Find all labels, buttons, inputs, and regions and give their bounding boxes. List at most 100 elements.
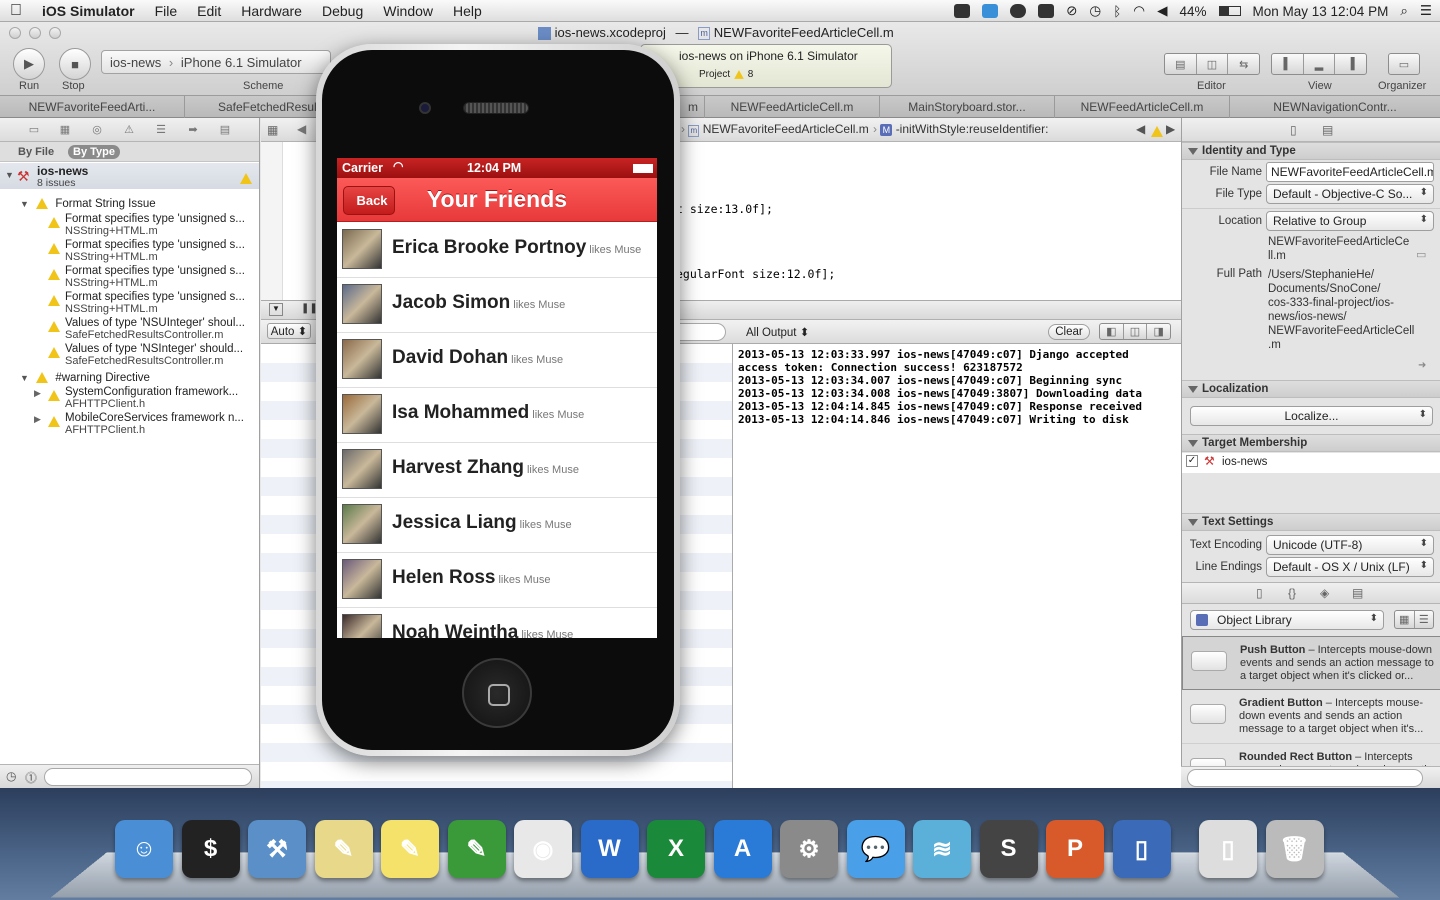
evernote-icon[interactable]: ✎ <box>447 820 506 878</box>
clear-console-button[interactable]: Clear <box>1048 324 1090 340</box>
library-item[interactable]: Push Button – Intercepts mouse-down even… <box>1182 636 1440 690</box>
console-layout-segment[interactable]: ◧ ◫ ◨ <box>1099 323 1171 340</box>
trash-icon[interactable]: 🗑 <box>1265 820 1324 878</box>
file-inspector-icon[interactable]: ▯ <box>1290 123 1297 137</box>
list-view-icon[interactable]: ☰ <box>1415 611 1434 628</box>
jump-file[interactable]: › m NEWFavoriteFeedArticleCell.m <box>681 122 869 137</box>
group-warning-directive[interactable]: ▼ #warning Directive <box>0 372 259 385</box>
evernote-menu-icon[interactable] <box>954 4 971 18</box>
apple-menu-icon[interactable]:  <box>0 2 32 20</box>
dropbox-menu-icon[interactable] <box>982 4 999 18</box>
recent-filter-icon[interactable]: ◷ <box>6 769 16 783</box>
file-name-field[interactable]: NEWFavoriteFeedArticleCell.m <box>1266 162 1434 182</box>
project-row[interactable]: ▼ ⚒ ios-news 8 issues <box>0 163 259 189</box>
xcode-icon[interactable]: ⚒ <box>248 820 306 878</box>
issue-item[interactable]: Values of type 'NSInteger' should... Safe… <box>0 343 259 369</box>
issue-item[interactable]: Format specifies type 'unsigned s... NSSt… <box>0 291 259 317</box>
sublime-text-icon[interactable]: S <box>979 820 1038 878</box>
terminal-icon[interactable]: $ <box>181 820 240 878</box>
debug-area-toggle-icon[interactable]: ▂ <box>1304 54 1336 74</box>
battery-percent[interactable]: 44% <box>1179 4 1206 19</box>
localization-header[interactable]: Localization <box>1182 380 1440 398</box>
stickies-icon[interactable]: ✎ <box>381 820 439 878</box>
by-file-filter[interactable]: By File <box>18 146 54 158</box>
warning-icon[interactable] <box>1151 126 1163 138</box>
by-type-filter[interactable]: By Type <box>68 145 120 159</box>
run-button[interactable]: ▶ <box>13 48 45 80</box>
spotlight-icon[interactable]: ⌕ <box>1400 3 1408 19</box>
version-editor-icon[interactable]: ⇆ <box>1228 54 1259 74</box>
menu-window[interactable]: Window <box>373 3 443 19</box>
tab-mainstoryboard[interactable]: MainStoryboard.stor... <box>880 96 1055 118</box>
library-search-field[interactable] <box>1187 769 1423 787</box>
library-select[interactable]: Object Library <box>1190 610 1384 630</box>
variables-only-icon[interactable]: ◧ <box>1100 324 1124 339</box>
menu-clock[interactable]: Mon May 13 12:04 PM <box>1253 4 1389 19</box>
excel-icon[interactable]: X <box>647 820 705 878</box>
text-encoding-select[interactable]: Unicode (UTF-8) <box>1266 535 1434 555</box>
console-only-icon[interactable]: ◨ <box>1147 324 1170 339</box>
related-items-icon[interactable]: ▦ <box>267 123 278 137</box>
variables-scope-select[interactable]: Auto ⬍ <box>267 323 311 339</box>
directive-item[interactable]: ▶ MobileCoreServices framework n... AFHTTP… <box>0 412 259 438</box>
close-window-button[interactable] <box>9 27 21 39</box>
debug-navigator-icon[interactable]: ☰ <box>154 123 168 136</box>
log-navigator-icon[interactable]: ▤ <box>218 123 232 136</box>
tab-newfavoritefeedarticlecell[interactable]: NEWFavoriteFeedArti... <box>0 96 185 118</box>
location-select[interactable]: Relative to Group <box>1266 211 1434 231</box>
menu-help[interactable]: Help <box>443 3 492 19</box>
code-line[interactable]: egularFont size:12.0f]; <box>676 267 835 281</box>
issue-item[interactable]: Format specifies type 'unsigned s... NSSt… <box>0 265 259 291</box>
disclosure-closed-icon[interactable]: ▶ <box>34 414 41 425</box>
identity-type-header[interactable]: Identity and Type <box>1182 142 1440 160</box>
disclosure-open-icon[interactable]: ▼ <box>5 170 14 180</box>
target-checkbox[interactable]: ✓ <box>1186 455 1198 467</box>
friend-row[interactable]: Erica Brooke Portnoy likes Muse <box>337 223 657 278</box>
code-snippet-library-icon[interactable]: {} <box>1288 586 1296 600</box>
organizer-button[interactable]: ▭ <box>1388 53 1420 75</box>
disclosure-open-icon[interactable]: ▼ <box>20 199 29 209</box>
textedit-icon[interactable]: ✎ <box>314 820 373 878</box>
notification-center-icon[interactable]: ☰ <box>1420 3 1432 19</box>
text-settings-header[interactable]: Text Settings <box>1182 513 1440 531</box>
menu-file[interactable]: File <box>145 3 188 19</box>
issue-item[interactable]: Format specifies type 'unsigned s... NSSt… <box>0 239 259 265</box>
file-template-library-icon[interactable]: ▯ <box>1256 586 1263 600</box>
friend-row[interactable]: Harvest Zhang likes Muse <box>337 443 657 498</box>
issue-item[interactable]: Values of type 'NSUInteger' shoul... Safe… <box>0 317 259 343</box>
search-navigator-icon[interactable]: ◎ <box>90 123 104 136</box>
scheme-selector[interactable]: ios-news › iPhone 6.1 Simulator <box>101 50 331 74</box>
word-icon[interactable]: W <box>580 820 639 878</box>
minimize-window-button[interactable] <box>29 27 41 39</box>
next-issue-icon[interactable]: ▶ <box>1166 122 1175 136</box>
code-line[interactable]: t size:13.0f]; <box>676 202 773 216</box>
tab-newfeedarticlecell[interactable]: NEWFeedArticleCell.m <box>705 96 880 118</box>
directive-item[interactable]: ▶ SystemConfiguration framework... AFHTTPC… <box>0 386 259 412</box>
activity-issues[interactable]: Project 8 <box>699 69 883 80</box>
tab-newnavigationcontroller[interactable]: NEWNavigationContr... <box>1230 96 1440 118</box>
library-item[interactable]: Gradient Button – Intercepts mouse-down … <box>1182 690 1440 744</box>
reveal-in-finder-icon[interactable]: ➜ <box>1418 360 1426 371</box>
back-button[interactable]: Back <box>343 186 395 215</box>
menu-edit[interactable]: Edit <box>187 3 231 19</box>
assistant-editor-icon[interactable]: ◫ <box>1197 54 1229 74</box>
stop-button[interactable]: ■ <box>59 48 91 80</box>
finder-icon[interactable]: ☺ <box>115 820 173 878</box>
wifi-icon[interactable]: ◠ <box>1133 3 1145 19</box>
prev-issue-icon[interactable]: ◀ <box>1136 122 1145 136</box>
target-membership-header[interactable]: Target Membership <box>1182 434 1440 452</box>
documents-stack-icon[interactable]: ▯ <box>1199 820 1257 878</box>
time-machine-icon[interactable]: ◷ <box>1089 3 1101 19</box>
bluetooth-icon[interactable]: ᛒ <box>1113 4 1121 19</box>
menu-app-name[interactable]: iOS Simulator <box>32 3 145 19</box>
library-view-segment[interactable]: ▦ ☰ <box>1394 610 1434 629</box>
icon-view-icon[interactable]: ▦ <box>1395 611 1415 628</box>
friend-row[interactable]: Jessica Liang likes Muse <box>337 498 657 553</box>
cloud-menu-icon[interactable] <box>1010 4 1027 18</box>
zoom-window-button[interactable] <box>49 27 61 39</box>
issues-filter-icon[interactable]: ⓵ <box>25 769 37 786</box>
file-type-select[interactable]: Default - Objective-C So... <box>1266 184 1434 204</box>
project-navigator-icon[interactable]: ▭ <box>27 123 41 136</box>
disclosure-closed-icon[interactable]: ▶ <box>34 388 41 399</box>
ios-simulator-icon[interactable]: ▯ <box>1112 820 1171 878</box>
